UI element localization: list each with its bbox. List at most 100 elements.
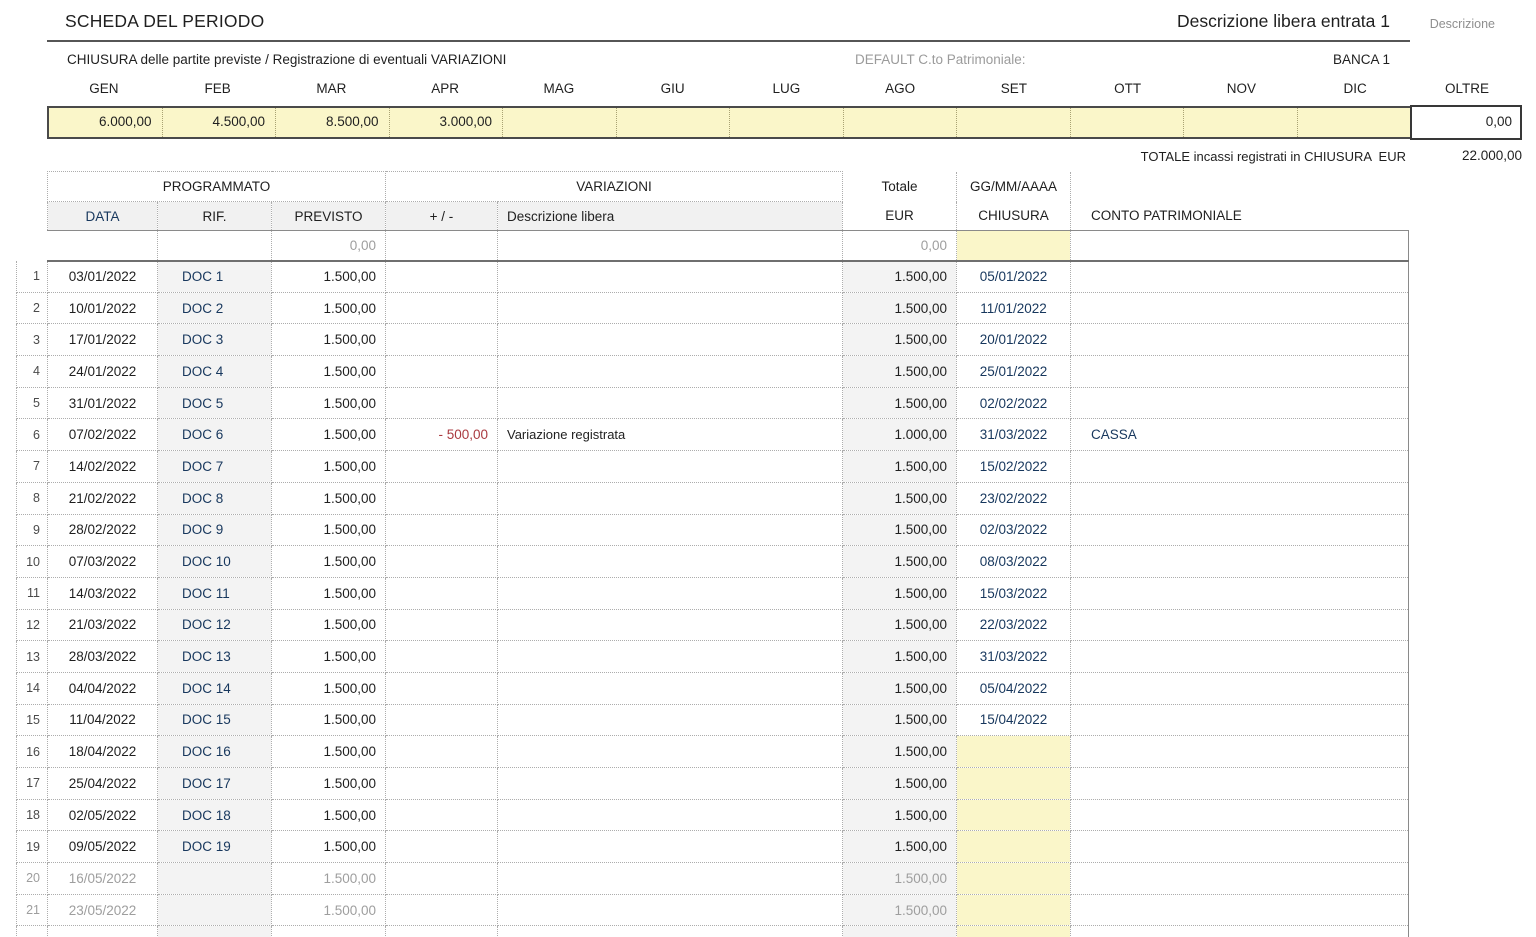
cell-previsto[interactable]: 1.500,00 [272, 482, 386, 514]
cell-previsto[interactable]: 1.500,00 [272, 324, 386, 356]
month-value-cell[interactable] [1184, 108, 1298, 137]
cell-description[interactable] [498, 926, 843, 937]
cell-rif[interactable]: DOC 19 [158, 831, 272, 863]
cell-variation[interactable] [386, 672, 498, 704]
cell-chiusura[interactable]: 02/03/2022 [957, 514, 1071, 546]
cell-description[interactable] [498, 672, 843, 704]
cell-description[interactable] [498, 736, 843, 768]
cell-previsto[interactable]: 1.500,00 [272, 546, 386, 578]
cell-description[interactable] [498, 514, 843, 546]
cell-variation[interactable] [386, 546, 498, 578]
cell-description[interactable] [498, 577, 843, 609]
cell-totale[interactable]: 1.500,00 [843, 863, 957, 895]
cell-variation[interactable] [386, 799, 498, 831]
cell-totale[interactable]: 1.500,00 [843, 704, 957, 736]
cell-totale[interactable]: 1.500,00 [843, 514, 957, 546]
month-value-cell[interactable] [844, 108, 958, 137]
cell-data[interactable]: 28/02/2022 [48, 514, 158, 546]
cell-description[interactable]: Variazione registrata [498, 419, 843, 451]
cell-conto[interactable] [1071, 387, 1409, 419]
cell-data[interactable]: 11/04/2022 [48, 704, 158, 736]
cell-data[interactable]: 09/05/2022 [48, 831, 158, 863]
cell-previsto[interactable]: 1.500,00 [272, 356, 386, 388]
cell-rif[interactable]: DOC 11 [158, 577, 272, 609]
cell-description[interactable] [498, 609, 843, 641]
cell-chiusura[interactable]: 25/01/2022 [957, 356, 1071, 388]
cell-previsto[interactable]: 1.500,00 [272, 387, 386, 419]
cell-data[interactable]: 16/05/2022 [48, 863, 158, 895]
cell-data[interactable]: 21/02/2022 [48, 482, 158, 514]
cell-data[interactable] [48, 231, 158, 261]
cell-previsto[interactable]: 1.500,00 [272, 768, 386, 800]
cell-conto[interactable] [1071, 324, 1409, 356]
cell-rif[interactable]: DOC 7 [158, 451, 272, 483]
cell-variation[interactable] [386, 704, 498, 736]
cell-chiusura[interactable]: 05/01/2022 [957, 261, 1071, 293]
cell-chiusura[interactable]: 31/03/2022 [957, 419, 1071, 451]
cell-variation[interactable]: - 500,00 [386, 419, 498, 451]
cell-rif[interactable]: DOC 16 [158, 736, 272, 768]
cell-conto[interactable] [1071, 926, 1409, 937]
cell-variation[interactable] [386, 926, 498, 937]
cell-conto[interactable] [1071, 609, 1409, 641]
cell-conto[interactable] [1071, 482, 1409, 514]
cell-rif[interactable]: DOC 2 [158, 292, 272, 324]
cell-rif[interactable]: DOC 4 [158, 356, 272, 388]
cell-conto[interactable] [1071, 736, 1409, 768]
month-value-cell[interactable]: 4.500,00 [163, 108, 277, 137]
cell-previsto[interactable]: 1.500,00 [272, 863, 386, 895]
cell-conto[interactable] [1071, 863, 1409, 895]
cell-totale[interactable]: 1.500,00 [843, 387, 957, 419]
cell-totale[interactable]: 1.500,00 [843, 736, 957, 768]
cell-chiusura[interactable]: 23/02/2022 [957, 482, 1071, 514]
cell-data[interactable]: 25/04/2022 [48, 768, 158, 800]
cell-totale[interactable]: 1.500,00 [843, 894, 957, 926]
cell-description[interactable] [498, 863, 843, 895]
cell-rif[interactable] [158, 926, 272, 937]
cell-conto[interactable] [1071, 356, 1409, 388]
cell-previsto[interactable]: 1.500,00 [272, 736, 386, 768]
cell-chiusura[interactable]: 11/01/2022 [957, 292, 1071, 324]
cell-data[interactable]: 14/02/2022 [48, 451, 158, 483]
cell-data[interactable]: 10/01/2022 [48, 292, 158, 324]
cell-variation[interactable] [386, 356, 498, 388]
cell-description[interactable] [498, 546, 843, 578]
cell-rif[interactable]: DOC 6 [158, 419, 272, 451]
cell-conto[interactable] [1071, 451, 1409, 483]
cell-chiusura[interactable]: 20/01/2022 [957, 324, 1071, 356]
cell-totale[interactable] [843, 926, 957, 937]
month-value-cell[interactable]: 6.000,00 [49, 108, 163, 137]
cell-variation[interactable] [386, 451, 498, 483]
cell-totale[interactable]: 0,00 [843, 231, 957, 261]
cell-previsto[interactable]: 1.500,00 [272, 514, 386, 546]
cell-rif[interactable]: DOC 13 [158, 641, 272, 673]
cell-rif[interactable]: DOC 12 [158, 609, 272, 641]
cell-totale[interactable]: 1.500,00 [843, 641, 957, 673]
cell-variation[interactable] [386, 641, 498, 673]
cell-rif[interactable]: DOC 10 [158, 546, 272, 578]
cell-totale[interactable]: 1.500,00 [843, 672, 957, 704]
cell-rif[interactable] [158, 863, 272, 895]
cell-data[interactable]: 04/04/2022 [48, 672, 158, 704]
cell-description[interactable] [498, 704, 843, 736]
cell-description[interactable] [498, 894, 843, 926]
cell-previsto[interactable]: 1.500,00 [272, 577, 386, 609]
cell-totale[interactable]: 1.500,00 [843, 609, 957, 641]
cell-previsto[interactable]: 1.500,00 [272, 419, 386, 451]
cell-totale[interactable]: 1.500,00 [843, 324, 957, 356]
cell-chiusura[interactable] [957, 768, 1071, 800]
cell-previsto[interactable]: 1.500,00 [272, 704, 386, 736]
month-value-cell[interactable] [1298, 108, 1411, 137]
month-value-cell[interactable]: 8.500,00 [276, 108, 390, 137]
cell-previsto[interactable]: 1.500,00 [272, 799, 386, 831]
cell-variation[interactable] [386, 609, 498, 641]
cell-data[interactable]: 24/01/2022 [48, 356, 158, 388]
cell-data[interactable]: 18/04/2022 [48, 736, 158, 768]
cell-chiusura[interactable]: 15/02/2022 [957, 451, 1071, 483]
cell-conto[interactable] [1071, 261, 1409, 293]
cell-variation[interactable] [386, 894, 498, 926]
cell-variation[interactable] [386, 736, 498, 768]
cell-conto[interactable] [1071, 831, 1409, 863]
cell-totale[interactable]: 1.500,00 [843, 451, 957, 483]
cell-chiusura[interactable]: 15/03/2022 [957, 577, 1071, 609]
